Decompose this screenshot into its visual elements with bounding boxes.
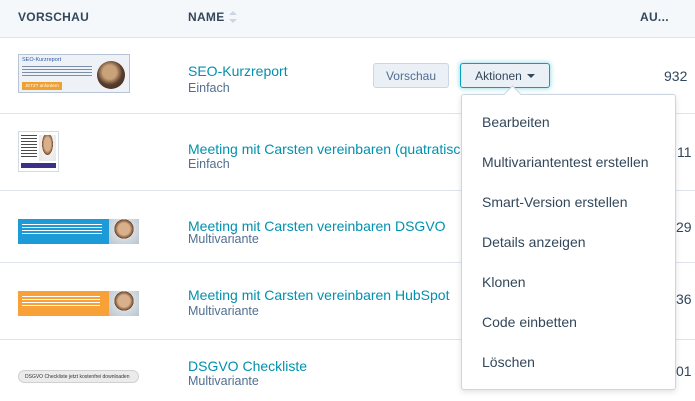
chevron-down-icon xyxy=(526,74,535,79)
menu-item-code-einbetten[interactable]: Code einbetten xyxy=(462,302,675,342)
thumbnail-text: DSGVO Checkliste jetzt kostenfrei downlo… xyxy=(25,374,130,380)
thumbnail-dsgvo-checkliste[interactable]: DSGVO Checkliste jetzt kostenfrei downlo… xyxy=(18,370,139,383)
column-header-preview: VORSCHAU xyxy=(18,10,90,24)
menu-item-loeschen[interactable]: Löschen xyxy=(462,342,675,382)
thumbnail-photo xyxy=(39,135,56,161)
preview-button[interactable]: Vorschau xyxy=(373,63,449,88)
menu-item-multivariantentest-erstellen[interactable]: Multivariantentest erstellen xyxy=(462,142,675,182)
sort-icon[interactable] xyxy=(228,10,237,23)
cta-name-link[interactable]: DSGVO Checkliste xyxy=(188,358,307,374)
column-header-au[interactable]: AU... xyxy=(640,0,669,38)
au-value: 29 xyxy=(676,219,692,235)
au-value: 01 xyxy=(676,363,692,379)
thumbnail-meeting-dsgvo[interactable] xyxy=(18,219,139,244)
thumbnail-text-lines xyxy=(21,135,37,157)
cta-type: Einfach xyxy=(188,157,230,171)
cta-type: Multivariante xyxy=(188,304,259,318)
column-header-name[interactable]: NAME xyxy=(188,0,237,38)
au-value: 11 xyxy=(677,144,692,160)
thumbnail-seo-kurzreport[interactable]: SEO-Kurzreport JETZT anfordern xyxy=(18,54,130,93)
thumbnail-meeting-square[interactable] xyxy=(18,131,59,172)
column-header-name-label: NAME xyxy=(188,10,225,24)
menu-item-bearbeiten[interactable]: Bearbeiten xyxy=(462,102,675,142)
thumbnail-text-lines xyxy=(22,296,100,308)
thumbnail-photo xyxy=(97,61,125,89)
au-value: 36 xyxy=(676,291,692,307)
thumbnail-photo xyxy=(109,219,139,244)
cta-type: Multivariante xyxy=(188,232,259,246)
thumbnail-cta: JETZT anfordern xyxy=(22,82,62,90)
cta-name-link[interactable]: Meeting mit Carsten vereinbaren HubSpot xyxy=(188,287,449,303)
cta-name-link[interactable]: SEO-Kurzreport xyxy=(188,63,288,79)
cta-type: Einfach xyxy=(188,81,230,95)
actions-dropdown-menu: Bearbeiten Multivariantentest erstellen … xyxy=(461,94,676,390)
au-value: 932 xyxy=(664,68,688,84)
actions-button-label: Aktionen xyxy=(475,68,522,83)
thumbnail-title: SEO-Kurzreport xyxy=(22,57,62,63)
thumbnail-photo xyxy=(109,291,139,316)
cta-name-link[interactable]: Meeting mit Carsten vereinbaren (quatrat… xyxy=(188,141,473,157)
thumbnail-meeting-hubspot[interactable] xyxy=(18,291,139,316)
menu-item-klonen[interactable]: Klonen xyxy=(462,262,675,302)
thumbnail-cta-bar xyxy=(21,163,56,168)
menu-item-smart-version-erstellen[interactable]: Smart-Version erstellen xyxy=(462,182,675,222)
table-header: VORSCHAU NAME AU... xyxy=(0,0,695,38)
menu-item-details-anzeigen[interactable]: Details anzeigen xyxy=(462,222,675,262)
actions-button[interactable]: Aktionen xyxy=(460,63,550,88)
thumbnail-text-lines xyxy=(22,66,92,76)
cta-type: Multivariante xyxy=(188,374,259,388)
thumbnail-text-lines xyxy=(22,224,102,236)
